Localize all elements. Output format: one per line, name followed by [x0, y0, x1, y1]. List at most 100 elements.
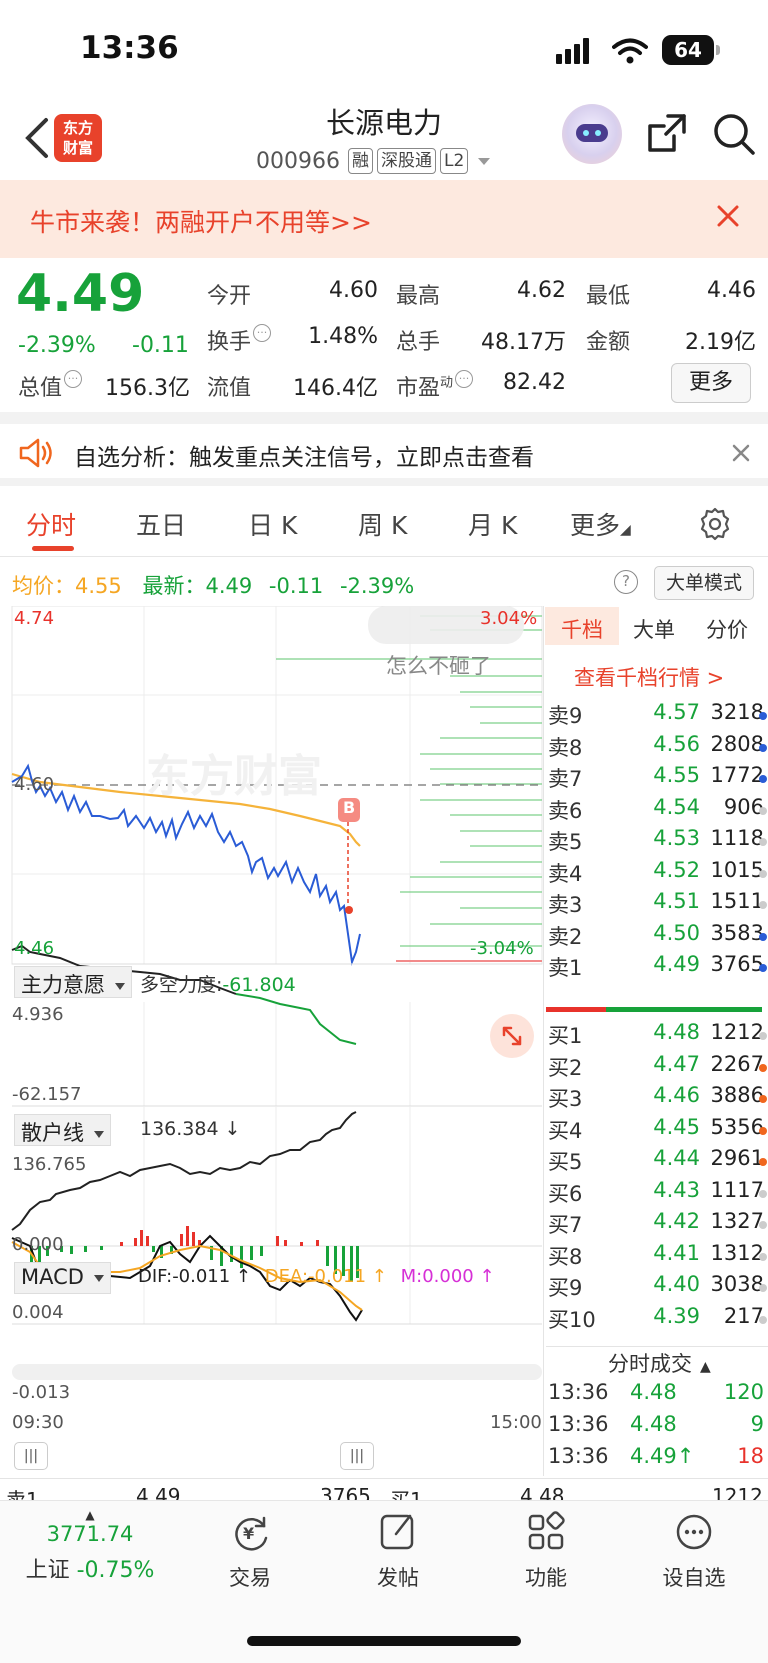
bid-price: 4.39	[653, 1303, 700, 1328]
info-icon[interactable]: ···	[253, 324, 272, 342]
bid-level-label: 买10	[548, 1307, 596, 1332]
chart-summary: 均价：4.55 最新：4.49 -0.11 -2.39%	[12, 570, 414, 600]
divider	[0, 412, 768, 424]
close-icon[interactable]	[712, 200, 744, 232]
tab-five-day[interactable]: 五日	[136, 506, 186, 542]
tab-price-split[interactable]: 分价	[706, 614, 748, 644]
tab-thousand-levels[interactable]: 千档	[561, 614, 603, 644]
nav-trade-label: 交易	[229, 1566, 271, 1590]
nav-add-watchlist[interactable]: 设自选	[634, 1510, 754, 1592]
help-icon[interactable]: ?	[614, 570, 638, 594]
ask-row[interactable]: 卖7 4.55 1772	[546, 763, 768, 796]
ask-row[interactable]: 卖5 4.53 1118	[546, 826, 768, 859]
current-price: 4.49	[16, 264, 145, 324]
high-value: 4.62	[517, 278, 566, 303]
high-label: 最高	[396, 284, 441, 309]
main-force-line-green	[235, 993, 357, 1045]
ask-row[interactable]: 卖2 4.50 3583	[546, 921, 768, 954]
bid-row[interactable]: 买10 4.39 217	[546, 1304, 768, 1337]
bid-row[interactable]: 买3 4.46 3886	[546, 1083, 768, 1116]
trades-title[interactable]: 分时成交 ▲	[608, 1348, 711, 1378]
trade-icon: ¥	[235, 1516, 268, 1551]
info-icon[interactable]: ···	[455, 370, 474, 388]
macd-axis-top: 0.004	[12, 1302, 64, 1323]
main-force-name: 主力意愿	[21, 973, 105, 997]
tab-monthly-k[interactable]: 月 K	[468, 506, 517, 542]
nav-trade[interactable]: ¥ 交易	[190, 1510, 310, 1592]
ask-row[interactable]: 卖3 4.51 1511	[546, 889, 768, 922]
ask-bid-divider-red	[546, 1007, 606, 1012]
intraday-chart[interactable]: 东方财富	[0, 606, 545, 1426]
tab-daily-k[interactable]: 日 K	[248, 506, 297, 542]
stock-code-row[interactable]: 000966 融 深股通 L2	[256, 146, 491, 176]
bid-row[interactable]: 买6 4.43 1117	[546, 1178, 768, 1211]
macd-name: MACD	[21, 1265, 84, 1289]
wifi-icon	[612, 38, 648, 64]
search-icon[interactable]	[712, 112, 756, 156]
ask-row[interactable]: 卖1 4.49 3765	[546, 952, 768, 985]
nav-post[interactable]: 发帖	[338, 1510, 458, 1592]
analysis-text[interactable]: 自选分析：触发重点关注信号，立即点击查看	[74, 438, 534, 472]
turnover-value: 1.48%	[308, 324, 378, 349]
pe-label-text: 市盈	[396, 376, 441, 401]
latest-value: 4.49	[205, 574, 253, 598]
scroll-handle-right[interactable]: |||	[340, 1442, 374, 1470]
bid-indicator-dot	[759, 1032, 767, 1040]
macd-indicator-select[interactable]: MACD	[14, 1262, 111, 1294]
main-force-indicator-select[interactable]: 主力意愿	[14, 966, 132, 998]
scroll-handle-left[interactable]: |||	[14, 1442, 48, 1470]
view-thousand-levels-link[interactable]: 查看千档行情 >	[574, 662, 724, 692]
ask-indicator-dot	[759, 775, 767, 783]
tab-more[interactable]: 更多◢	[570, 506, 631, 542]
promo-banner-text[interactable]: 牛市来袭！两融开户不用等>>	[30, 203, 372, 239]
share-icon[interactable]	[646, 112, 688, 154]
ask-row[interactable]: 卖6 4.54 906	[546, 795, 768, 828]
axis-pct-high: 3.04%	[480, 608, 538, 629]
comment-bubble-text[interactable]: 怎么不砸了	[386, 650, 491, 680]
bid-row[interactable]: 买2 4.47 2267	[546, 1052, 768, 1085]
bid-row[interactable]: 买4 4.45 5356	[546, 1115, 768, 1148]
info-icon[interactable]: ···	[64, 370, 83, 388]
tab-weekly-k[interactable]: 周 K	[358, 506, 407, 542]
gear-icon[interactable]	[697, 506, 733, 542]
svg-text:¥: ¥	[243, 1524, 254, 1543]
post-icon	[380, 1514, 414, 1550]
ask-row[interactable]: 卖4 4.52 1015	[546, 858, 768, 891]
ask-volume: 1772	[710, 763, 764, 787]
ask-price: 4.52	[653, 857, 700, 882]
bid-row[interactable]: 买9 4.40 3038	[546, 1272, 768, 1305]
tab-intraday[interactable]: 分时	[26, 506, 76, 542]
ask-level-label: 卖4	[548, 861, 583, 886]
bid-row[interactable]: 买1 4.48 1212	[546, 1020, 768, 1053]
index-row: 上证 -0.75%	[20, 1552, 160, 1584]
ask-volume: 1118	[710, 826, 764, 850]
macd-readout: DIF:-0.011 ↑ DEA:-0.011 ↑ M:0.000 ↑	[138, 1266, 495, 1287]
bid-row[interactable]: 买8 4.41 1312	[546, 1241, 768, 1274]
avg-label: 均价：	[12, 574, 75, 598]
expand-button[interactable]	[490, 1014, 534, 1058]
latest-label: 最新：	[142, 574, 206, 598]
bid-row[interactable]: 买5 4.44 2961	[546, 1146, 768, 1179]
volume-value: 48.17万	[481, 330, 566, 355]
retail-indicator-select[interactable]: 散户线	[14, 1114, 111, 1146]
ask-row[interactable]: 卖8 4.56 2808	[546, 732, 768, 765]
mktcap-label: 总值 ···	[18, 370, 83, 402]
ask-volume: 1511	[710, 889, 764, 913]
close-icon[interactable]	[730, 442, 752, 464]
more-button[interactable]: 更多	[671, 363, 751, 403]
bid-volume: 1312	[710, 1240, 764, 1265]
low-label: 最低	[586, 284, 631, 309]
speaker-icon	[19, 438, 52, 468]
axis-time-end: 15:00	[490, 1412, 542, 1433]
main-force-label: 多空力度:	[140, 974, 223, 996]
ask-level-label: 卖3	[548, 893, 583, 917]
latest-pct: -2.39%	[339, 574, 415, 598]
ask-row[interactable]: 卖9 4.57 3218	[546, 700, 768, 733]
bid-row[interactable]: 买7 4.42 1327	[546, 1209, 768, 1242]
chart-scroll-track	[12, 1364, 542, 1380]
big-order-mode-button[interactable]: 大单模式	[654, 566, 754, 600]
index-ticker[interactable]: ▲ 3771.74 上证 -0.75%	[20, 1508, 160, 1584]
nav-functions[interactable]: 功能	[486, 1510, 606, 1592]
tab-big-orders[interactable]: 大单	[633, 614, 675, 644]
bid-level-label: 买2	[548, 1055, 583, 1080]
